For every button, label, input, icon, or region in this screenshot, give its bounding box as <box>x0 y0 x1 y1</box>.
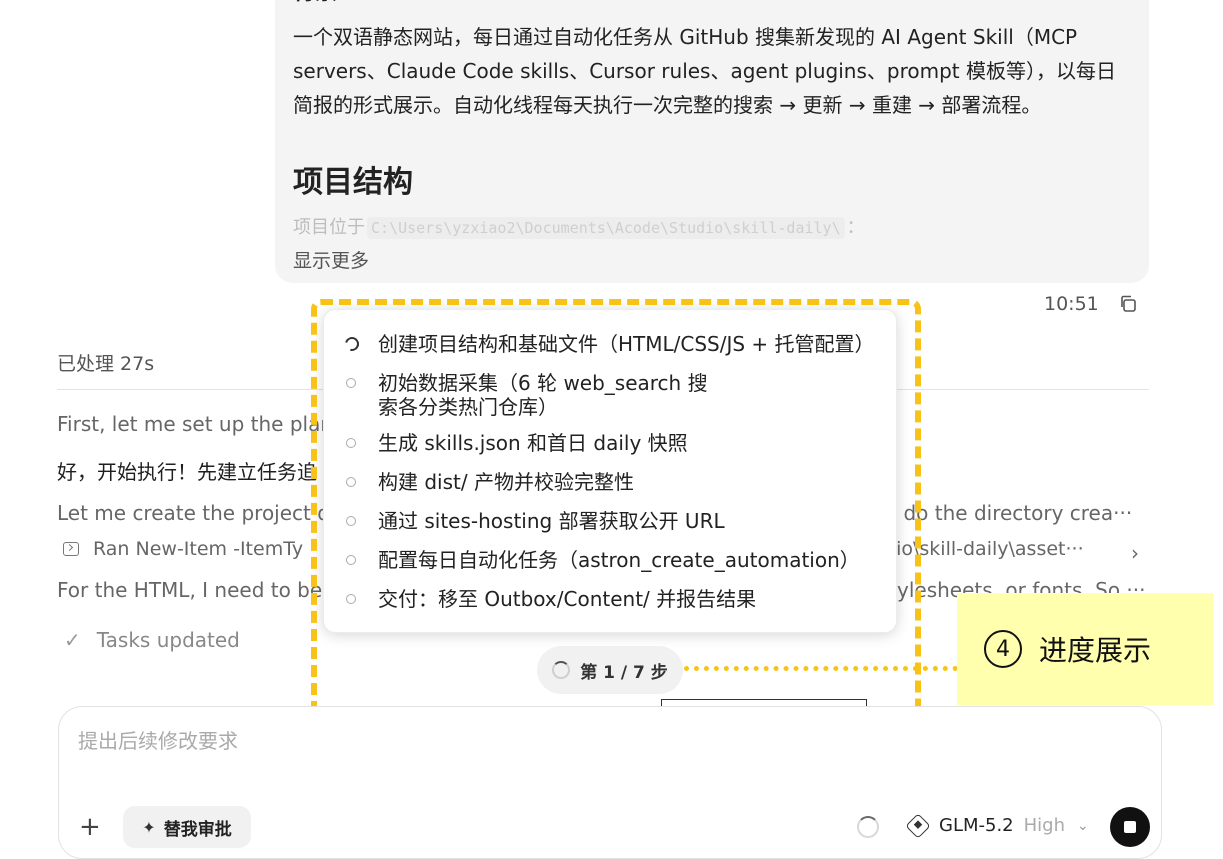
stop-button[interactable] <box>1110 807 1150 847</box>
step-label: 第 1 / 7 步 <box>580 662 668 683</box>
tasks-updated-label: Tasks updated <box>96 628 240 652</box>
plan-item-label: 通过 sites-hosting 部署获取公开 URL <box>378 509 725 533</box>
ran-command-text: Ran New-Item -ItemTy <box>93 538 304 560</box>
faded-suffix: ： <box>846 217 865 238</box>
auto-approve-button[interactable]: ✦ 替我审批 <box>123 806 251 848</box>
message-intro: 一个双语静态网站，每日通过自动化任务从 GitHub 搜集新发现的 AI Age… <box>293 25 1116 117</box>
pending-circle-icon <box>346 378 356 388</box>
task-plan-popover: 创建项目结构和基础文件（HTML/CSS/JS + 托管配置） 初始数据采集（6… <box>323 309 897 633</box>
message-heading: 项目结构 <box>293 165 413 200</box>
model-level: High <box>1023 815 1066 836</box>
faded-path: C:\Users\yzxiao2\Documents\Acode\Studio\… <box>367 217 845 239</box>
plan-item-label: 初始数据采集（6 轮 web_search 搜索各分类热门仓库） <box>378 371 708 419</box>
plan-item-label: 交付：移至 Outbox/Content/ 并报告结果 <box>378 587 757 611</box>
faded-line: 项目位于 C:\Users\yzxiao2\Documents\Acode\Stu… <box>293 213 865 239</box>
model-selector[interactable]: GLM-5.2 High ⌄ <box>905 812 1089 839</box>
transcript-line: 好，开始执行！先建立任务追 <box>57 460 317 484</box>
transcript-line-tail: ll do the directory crea··· <box>886 501 1133 525</box>
transcript-line: For the HTML, I need to be <box>57 578 323 602</box>
plan-item-label: 构建 dist/ 产物并校验完整性 <box>378 470 634 494</box>
annotation-label: 4 进度展示 <box>957 593 1213 705</box>
sparkle-icon: ✦ <box>142 817 156 837</box>
transcript-line: Let me create the project d <box>57 501 330 525</box>
loading-spinner-icon <box>857 816 879 838</box>
follow-up-input[interactable] <box>78 729 638 753</box>
plan-item-label: 创建项目结构和基础文件（HTML/CSS/JS + 托管配置） <box>378 332 875 356</box>
partial-heading: 背景 <box>293 0 337 6</box>
chevron-right-icon[interactable]: › <box>1131 541 1139 565</box>
tasks-updated-row[interactable]: ✓ Tasks updated <box>64 628 240 652</box>
message-time: 10:51 <box>1044 293 1099 315</box>
annotation-connector <box>684 666 958 671</box>
copy-icon[interactable] <box>1119 295 1137 313</box>
pending-circle-icon <box>346 477 356 487</box>
faded-prefix: 项目位于 <box>293 217 365 238</box>
terminal-icon <box>63 542 79 556</box>
check-icon: ✓ <box>64 628 81 652</box>
loading-spinner-icon <box>552 661 571 679</box>
composer: + ✦ 替我审批 GLM-5.2 High ⌄ <box>58 706 1162 859</box>
pending-circle-icon <box>346 438 356 448</box>
model-name: GLM-5.2 <box>939 815 1014 836</box>
pending-circle-icon <box>346 594 356 604</box>
chevron-down-icon: ⌄ <box>1077 817 1089 834</box>
transcript-line: First, let me set up the plan <box>57 412 334 436</box>
plan-item-label: 配置每日自动化任务（astron_create_automation） <box>378 548 860 572</box>
add-attachment-button[interactable]: + <box>79 812 101 842</box>
model-logo-icon <box>905 812 931 839</box>
in-progress-icon <box>342 334 362 354</box>
auto-approve-label: 替我审批 <box>163 819 232 840</box>
stop-icon <box>1124 821 1136 833</box>
plan-item-label: 生成 skills.json 和首日 daily 快照 <box>378 431 688 455</box>
step-progress-pill[interactable]: 第 1 / 7 步 <box>537 646 683 694</box>
ran-command-tail: udio\skill-daily\asset··· <box>872 538 1084 560</box>
annotation-text: 进度展示 <box>1039 634 1152 667</box>
annotation-number: 4 <box>984 630 1022 668</box>
show-more-link[interactable]: 显示更多 <box>293 246 369 273</box>
ran-command-row[interactable]: Ran New-Item -ItemTy <box>63 538 303 560</box>
pending-circle-icon <box>346 555 356 565</box>
processed-label: 已处理 27s <box>57 353 155 375</box>
user-message-bubble: 背景 一个双语静态网站，每日通过自动化任务从 GitHub 搜集新发现的 AI … <box>275 0 1149 283</box>
pending-circle-icon <box>346 516 356 526</box>
